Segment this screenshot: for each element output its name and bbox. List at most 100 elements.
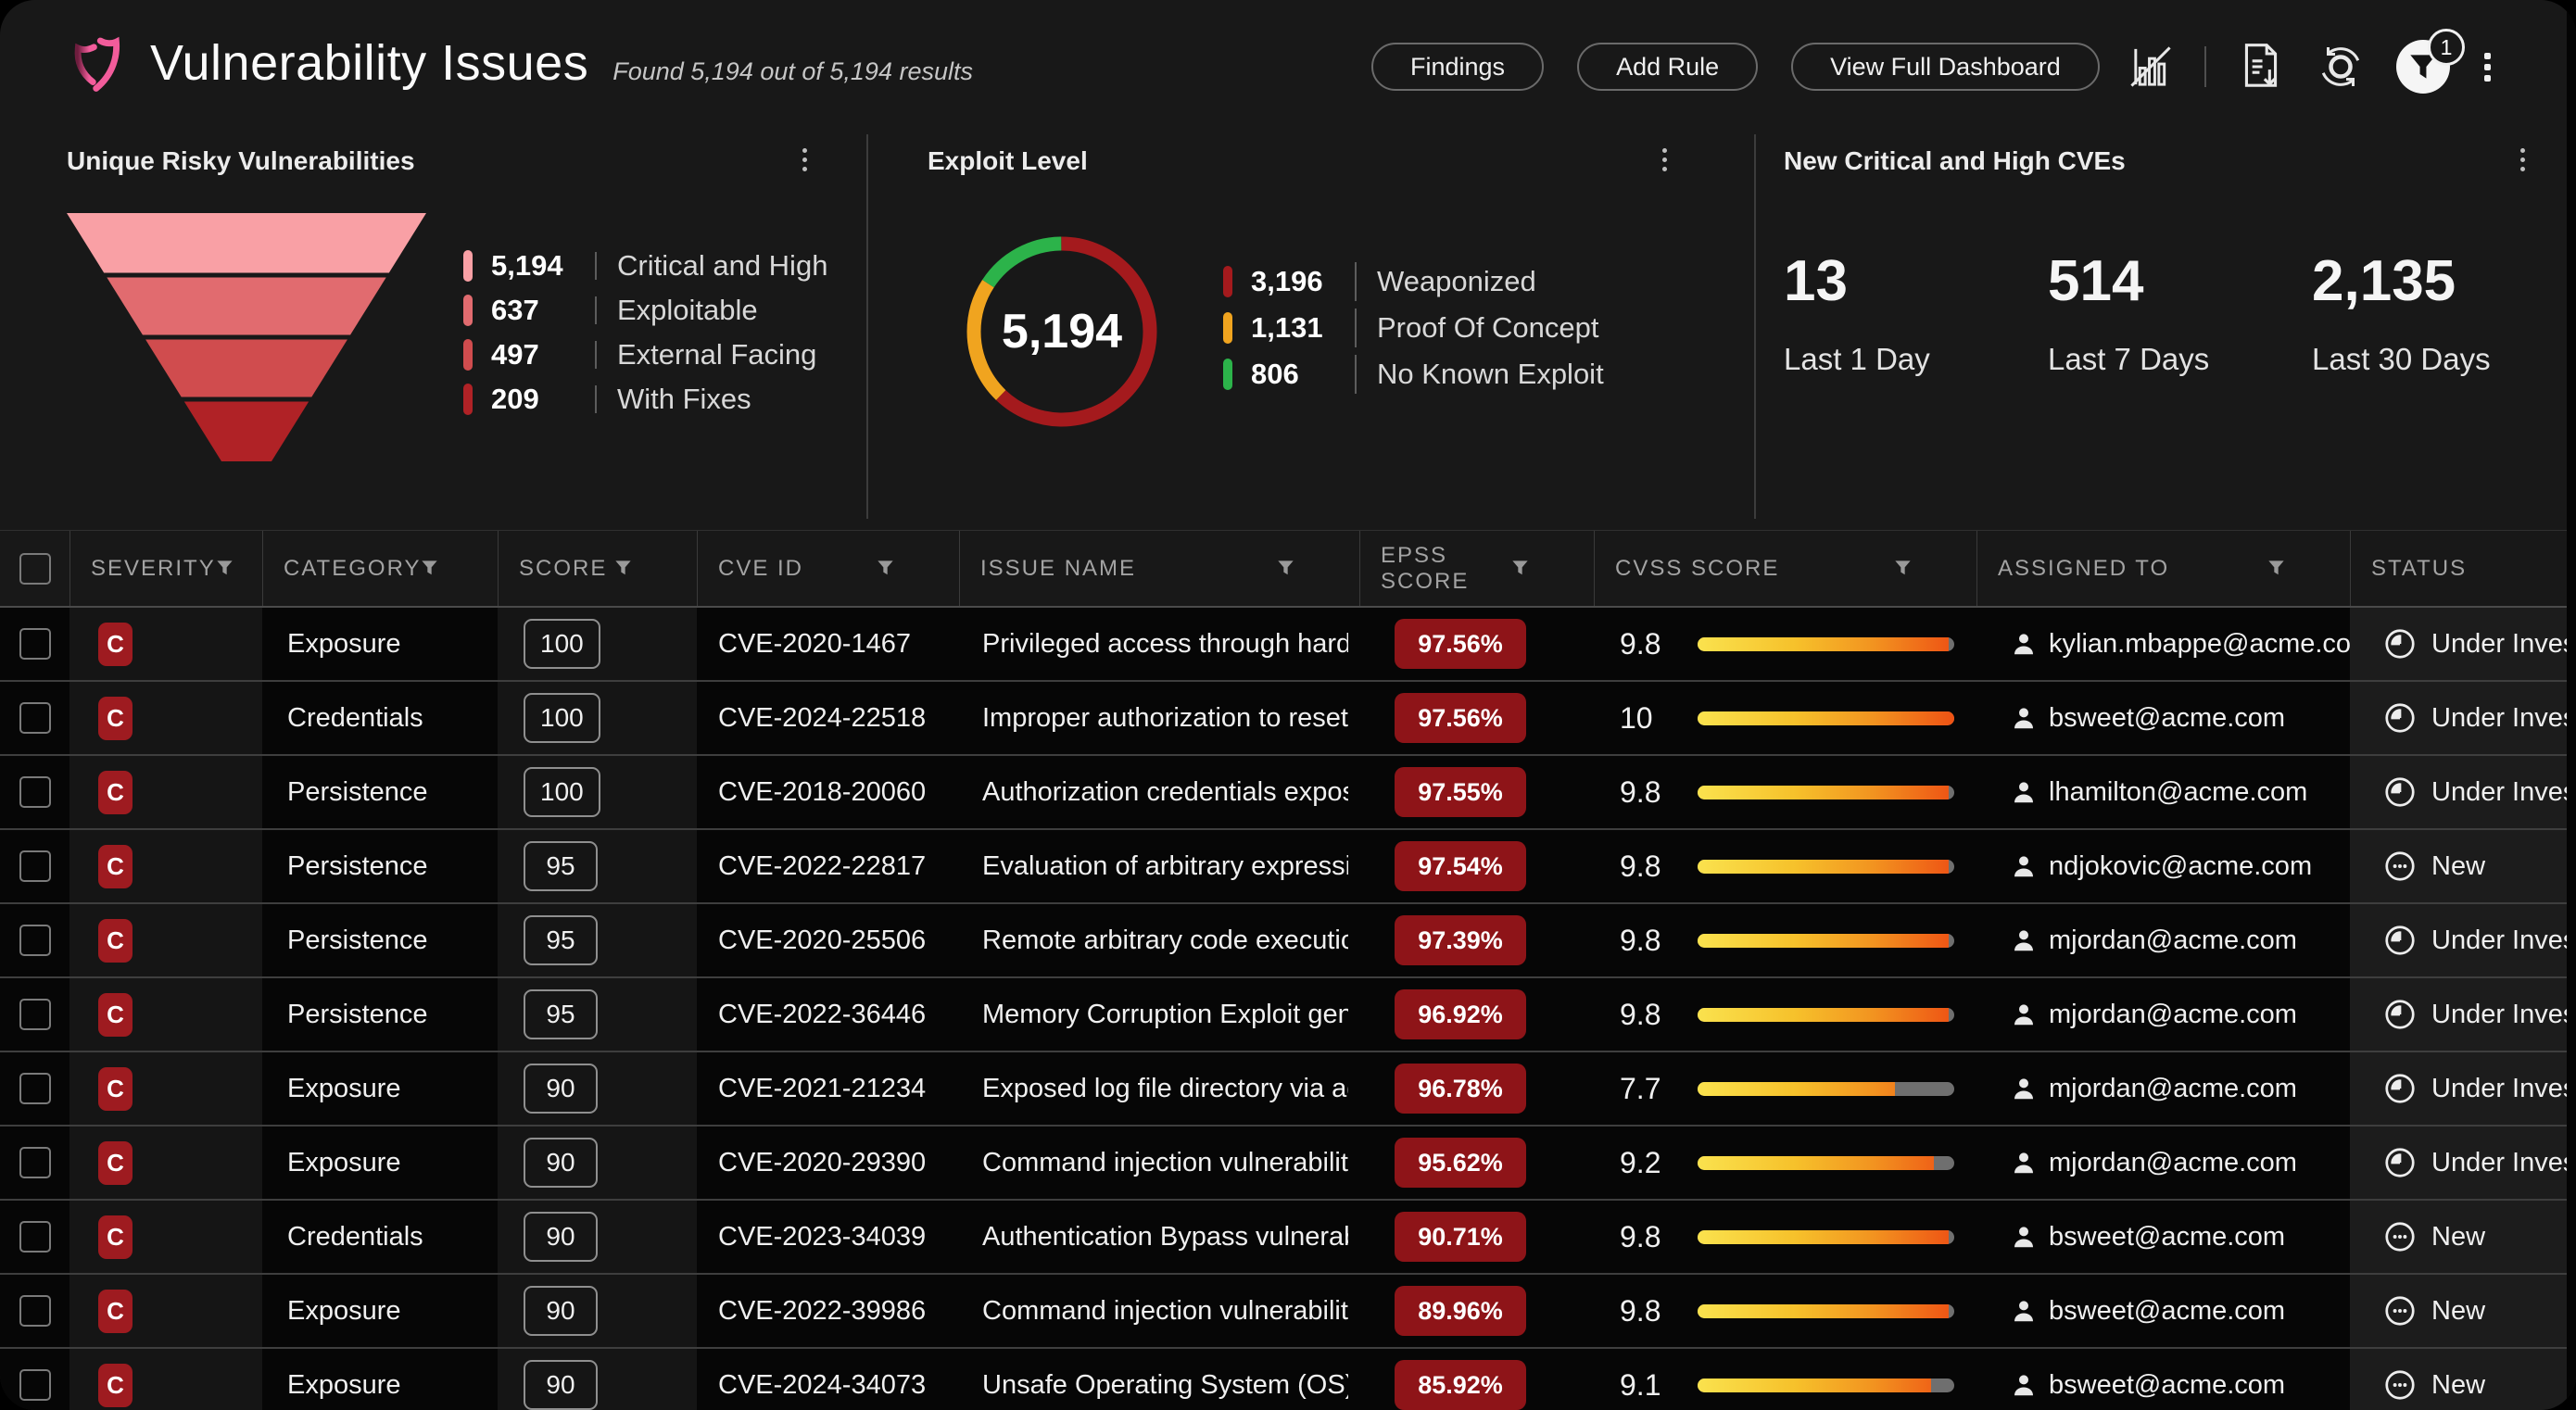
- row-checkbox[interactable]: [19, 850, 51, 882]
- row-checkbox[interactable]: [19, 1369, 51, 1401]
- cve-id: CVE-2020-1467: [718, 629, 911, 660]
- column-header-cve-id[interactable]: CVE ID: [697, 531, 959, 606]
- issue-name: Command injection vulnerability in R...: [982, 1296, 1348, 1327]
- table-body: C Exposure 100 CVE-2020-1467 Privileged …: [0, 608, 2576, 1410]
- legend-separator: [1355, 262, 1357, 301]
- scrollbar-gutter[interactable]: [2567, 0, 2576, 1410]
- table-row[interactable]: C Credentials 100 CVE-2024-22518 Imprope…: [0, 682, 2576, 756]
- funnel-legend: 5,194 Critical and High 637 Exploitable …: [463, 250, 827, 428]
- refresh-icon[interactable]: [2316, 42, 2366, 92]
- cvss-score-value: 9.1: [1620, 1368, 1677, 1403]
- column-header-epss-score[interactable]: EPSS SCORE: [1359, 531, 1594, 606]
- table-row[interactable]: C Exposure 90 CVE-2021-21234 Exposed log…: [0, 1052, 2576, 1127]
- table-row[interactable]: C Exposure 90 CVE-2020-29390 Command inj…: [0, 1127, 2576, 1201]
- row-checkbox[interactable]: [19, 1147, 51, 1178]
- category-value: Credentials: [287, 703, 423, 734]
- header-buttons: Findings Add Rule View Full Dashboard: [1371, 43, 2100, 91]
- cvss-score-value: 9.2: [1620, 1146, 1677, 1180]
- row-checkbox[interactable]: [19, 1295, 51, 1327]
- column-header-issue-name[interactable]: ISSUE NAME: [959, 531, 1359, 606]
- status-value: Under Investig: [2431, 1148, 2576, 1178]
- funnel-segment: [67, 213, 426, 273]
- findings-button[interactable]: Findings: [1371, 43, 1544, 91]
- cve-id: CVE-2022-39986: [718, 1296, 926, 1327]
- issue-name: Exposed log file directory via admin e..…: [982, 1074, 1348, 1104]
- filter-funnel-icon[interactable]: [1894, 560, 1912, 577]
- assigned-to-email: bsweet@acme.com: [2049, 1370, 2285, 1401]
- status-value: Under Investig: [2431, 1074, 2576, 1104]
- row-checkbox[interactable]: [19, 776, 51, 808]
- score-value: 90: [524, 1138, 598, 1188]
- score-value: 90: [524, 1064, 598, 1114]
- add-rule-button[interactable]: Add Rule: [1577, 43, 1758, 91]
- filter-funnel-icon[interactable]: [1277, 560, 1294, 577]
- epss-score-badge: 96.92%: [1395, 989, 1526, 1039]
- kebab-menu-icon[interactable]: [2481, 49, 2494, 85]
- stat-label: Last 30 Days: [2312, 342, 2576, 377]
- cvss-score-value: 7.7: [1620, 1072, 1677, 1106]
- row-checkbox[interactable]: [19, 925, 51, 956]
- table-row[interactable]: C Exposure 100 CVE-2020-1467 Privileged …: [0, 608, 2576, 682]
- new-cves-panel-menu-icon[interactable]: [2517, 145, 2529, 175]
- column-header-severity[interactable]: SEVERITY: [69, 531, 262, 606]
- view-full-dashboard-button[interactable]: View Full Dashboard: [1791, 43, 2100, 91]
- category-value: Exposure: [287, 1074, 401, 1104]
- filter-funnel-icon[interactable]: [421, 560, 438, 577]
- row-checkbox[interactable]: [19, 628, 51, 660]
- funnel-segment: [184, 402, 309, 462]
- column-header-status[interactable]: STATUS: [2350, 531, 2576, 606]
- status-value: Under Investig: [2431, 629, 2576, 660]
- cve-stat: 13 Last 1 Day: [1784, 248, 2048, 377]
- epss-score-badge: 97.55%: [1395, 767, 1526, 817]
- column-header-score[interactable]: SCORE: [498, 531, 697, 606]
- export-report-icon[interactable]: [2237, 41, 2285, 93]
- person-icon: [2010, 1149, 2038, 1177]
- status-value: Under Investig: [2431, 925, 2576, 956]
- exploit-panel-menu-icon[interactable]: [1659, 145, 1671, 175]
- issue-name: Command injection vulnerability in Z...: [982, 1148, 1348, 1178]
- table-row[interactable]: C Persistence 100 CVE-2018-20060 Authori…: [0, 756, 2576, 830]
- legend-label: External Facing: [617, 338, 816, 371]
- filter-funnel-icon[interactable]: [877, 560, 894, 577]
- select-all-checkbox[interactable]: [19, 553, 51, 585]
- cvss-score-value: 10: [1620, 701, 1677, 736]
- legend-separator: [1355, 308, 1357, 347]
- table-row[interactable]: C Persistence 95 CVE-2022-22817 Evaluati…: [0, 830, 2576, 904]
- cve-id: CVE-2022-22817: [718, 851, 926, 882]
- epss-score-badge: 89.96%: [1395, 1286, 1526, 1336]
- issue-name: Remote arbitrary code execution in...: [982, 925, 1348, 956]
- column-header-assigned-to[interactable]: ASSIGNED TO: [1976, 531, 2350, 606]
- table-row[interactable]: C Credentials 90 CVE-2023-34039 Authenti…: [0, 1201, 2576, 1275]
- legend-marker: [463, 250, 473, 282]
- cvss-score-bar: [1698, 1008, 1954, 1022]
- row-checkbox[interactable]: [19, 702, 51, 734]
- stat-value: 13: [1784, 248, 2048, 314]
- severity-badge: C: [98, 1215, 133, 1259]
- table-row[interactable]: C Persistence 95 CVE-2020-25506 Remote a…: [0, 904, 2576, 978]
- funnel-panel-menu-icon[interactable]: [799, 145, 811, 175]
- table-row[interactable]: C Persistence 95 CVE-2022-36446 Memory C…: [0, 978, 2576, 1052]
- column-header-category[interactable]: CATEGORY: [262, 531, 498, 606]
- stat-value: 514: [2048, 248, 2312, 314]
- table-row[interactable]: C Exposure 90 CVE-2024-34073 Unsafe Oper…: [0, 1349, 2576, 1410]
- row-checkbox[interactable]: [19, 999, 51, 1030]
- filter-funnel-icon[interactable]: [1511, 560, 1529, 577]
- issue-name: Unsafe Operating System (OS) Com...: [982, 1370, 1348, 1401]
- filter-icon[interactable]: 1: [2396, 40, 2450, 94]
- column-header-cvss-score[interactable]: CVSS SCORE: [1594, 531, 1976, 606]
- filter-funnel-icon[interactable]: [2267, 560, 2285, 577]
- legend-label: Critical and High: [617, 249, 827, 283]
- row-checkbox[interactable]: [19, 1221, 51, 1253]
- ellipsis-icon: [2383, 1220, 2417, 1253]
- panel-divider: [866, 134, 868, 519]
- table-row[interactable]: C Exposure 90 CVE-2022-39986 Command inj…: [0, 1275, 2576, 1349]
- chart-toggle-icon[interactable]: [2128, 44, 2174, 90]
- filter-funnel-icon[interactable]: [216, 560, 234, 577]
- filter-funnel-icon[interactable]: [614, 560, 632, 577]
- cvss-score-bar: [1698, 711, 1954, 725]
- severity-badge: C: [98, 845, 133, 888]
- cve-id: CVE-2022-36446: [718, 1000, 926, 1030]
- assigned-to-email: mjordan@acme.com: [2049, 925, 2297, 956]
- issue-name: Privileged access through hard links: [982, 629, 1348, 660]
- row-checkbox[interactable]: [19, 1073, 51, 1104]
